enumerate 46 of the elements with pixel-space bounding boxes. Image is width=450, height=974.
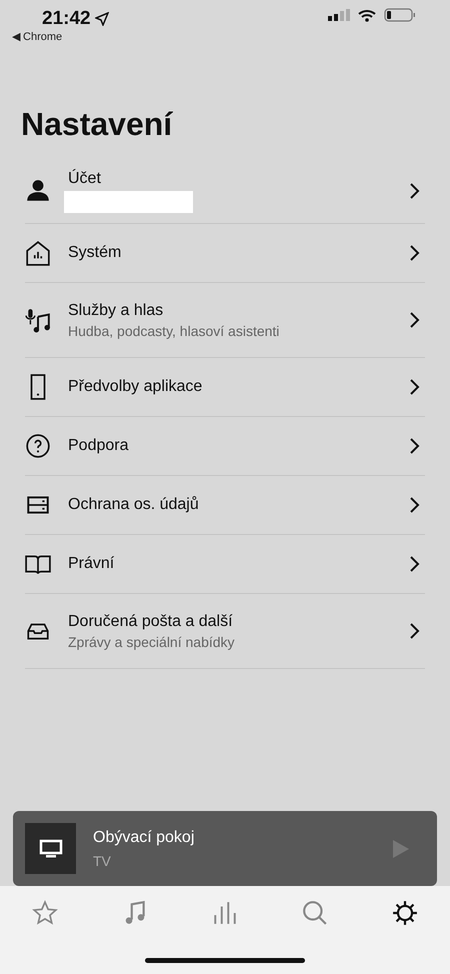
settings-row[interactable]: Ochrana os. údajů [25, 476, 425, 535]
bars-tab[interactable] [212, 900, 238, 926]
row-label: Podpora [68, 437, 130, 455]
chevron-icon [409, 437, 421, 455]
settings-tab[interactable] [392, 900, 418, 926]
settings-row[interactable]: Systém [25, 224, 425, 283]
location-arrow-icon [94, 12, 109, 26]
chevron-icon [409, 311, 421, 329]
settings-row[interactable]: Předvolby aplikace [25, 358, 425, 417]
row-label: Služby a hlas [68, 302, 164, 320]
battery-icon [384, 8, 416, 22]
star-tab[interactable] [32, 900, 58, 926]
settings-row[interactable]: Účet [25, 159, 425, 224]
source-label: TV [93, 852, 112, 868]
row-label: Předvolby aplikace [68, 378, 204, 396]
settings-row[interactable]: Služby a hlas Hudba, podcasty, hlasoví asistenti [25, 283, 425, 358]
wifi-icon [358, 8, 376, 22]
page-title: Nastavení [21, 105, 174, 143]
row-subtitle: Hudba, podcasty, hlasoví asistenti [68, 322, 280, 338]
chevron-icon [409, 555, 421, 573]
help-icon [25, 433, 51, 459]
row-label: Doručená pošta a další [68, 612, 234, 630]
signal-icon [328, 9, 350, 21]
back-link[interactable]: ◀ Chrome [12, 30, 62, 43]
row-label: Účet [68, 170, 102, 188]
chevron-icon [409, 244, 421, 262]
chevron-icon [409, 378, 421, 396]
settings-row[interactable]: Právní [25, 535, 425, 594]
chevron-icon [409, 182, 421, 200]
row-label: Právní [68, 555, 116, 573]
microphone-music-icon [25, 307, 51, 333]
chevron-icon [409, 496, 421, 514]
person-icon [25, 178, 51, 204]
chevron-icon [409, 622, 421, 640]
tv-icon [25, 823, 76, 874]
room-name: Obývací pokoj [93, 828, 196, 846]
clock-time: 21:42 [42, 8, 91, 30]
row-label: Ochrana os. údajů [68, 496, 200, 514]
row-label: Systém [68, 244, 122, 262]
play-icon[interactable] [393, 840, 409, 858]
house-icon [25, 240, 51, 266]
settings-row[interactable]: Podpora [25, 417, 425, 476]
settings-row[interactable]: Doručená pošta a další Zprávy a speciální nabídky [25, 594, 425, 669]
row-subtitle: Zprávy a speciální nabídky [68, 634, 236, 650]
now-playing-bar[interactable]: Obývací pokoj TV [13, 811, 437, 886]
search-tab[interactable] [302, 900, 328, 926]
